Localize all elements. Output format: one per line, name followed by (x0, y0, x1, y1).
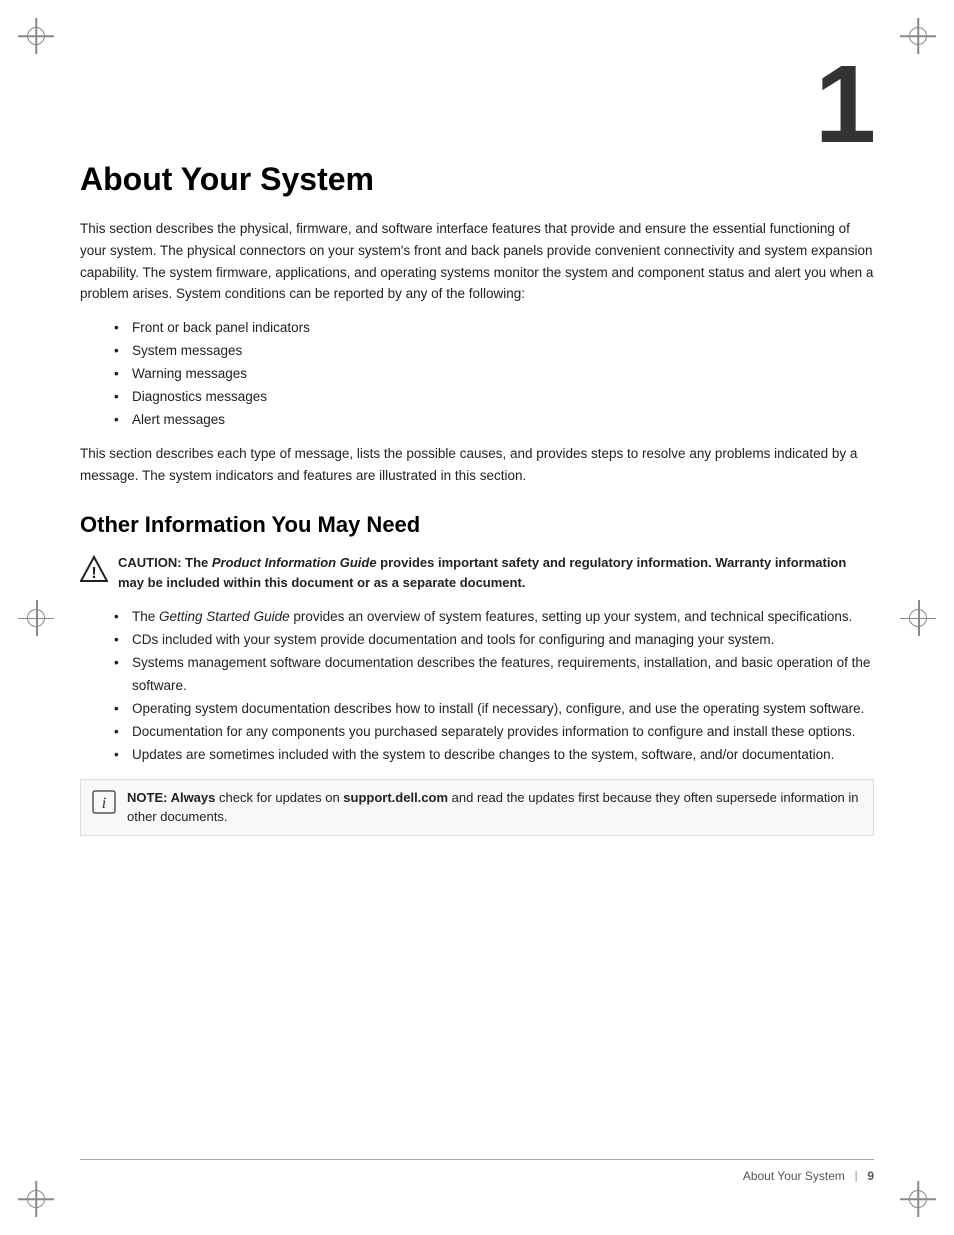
note-icon: i (91, 789, 117, 815)
corner-mark-bl (18, 1181, 54, 1217)
list-item: Alert messages (120, 409, 874, 432)
svg-text:i: i (102, 795, 106, 812)
caution-box: ! CAUTION: The Product Information Guide… (80, 553, 874, 592)
chapter-title: About Your System (80, 160, 874, 198)
intro-paragraph: This section describes the physical, fir… (80, 218, 874, 304)
footer-separator: | (855, 1168, 857, 1183)
svg-text:!: ! (91, 565, 96, 582)
chapter-number: 1 (815, 50, 876, 160)
note-text: NOTE: Always check for updates on suppor… (127, 788, 863, 827)
list-item: CDs included with your system provide do… (120, 629, 874, 652)
list-item: Diagnostics messages (120, 386, 874, 409)
list-item: Front or back panel indicators (120, 317, 874, 340)
corner-mark-tr (900, 18, 936, 54)
list-item: Warning messages (120, 363, 874, 386)
caution-icon: ! (80, 555, 108, 583)
main-content: About Your System This section describes… (80, 160, 874, 836)
corner-mark-tl (18, 18, 54, 54)
bullet-list: Front or back panel indicators System me… (120, 317, 874, 432)
other-info-list: The Getting Started Guide provides an ov… (120, 606, 874, 767)
footer-page-number: 9 (867, 1169, 874, 1183)
list-item: System messages (120, 340, 874, 363)
section-heading: Other Information You May Need (80, 511, 874, 540)
caution-text: CAUTION: The Product Information Guide p… (118, 553, 874, 592)
side-mark-right (900, 600, 936, 636)
closing-paragraph: This section describes each type of mess… (80, 443, 874, 486)
note-box: i NOTE: Always check for updates on supp… (80, 779, 874, 836)
list-item: Updates are sometimes included with the … (120, 744, 874, 767)
footer-section-label: About Your System (743, 1169, 845, 1183)
corner-mark-br (900, 1181, 936, 1217)
list-item: Operating system documentation describes… (120, 698, 874, 721)
side-mark-left (18, 600, 54, 636)
footer: About Your System | 9 (80, 1159, 874, 1183)
list-item: Documentation for any components you pur… (120, 721, 874, 744)
list-item: Systems management software documentatio… (120, 652, 874, 698)
list-item: The Getting Started Guide provides an ov… (120, 606, 874, 629)
document-page: 1 About Your System This section describ… (0, 0, 954, 1235)
